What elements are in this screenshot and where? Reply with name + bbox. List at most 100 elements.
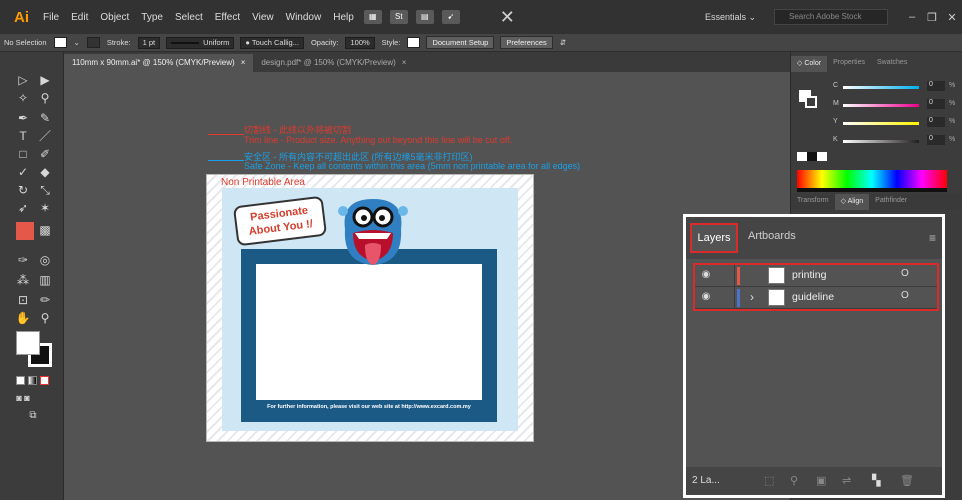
line-tool-icon[interactable]: ／: [36, 128, 54, 144]
arrange-icon[interactable]: ⇵: [556, 38, 570, 47]
menu-window[interactable]: Window: [280, 12, 328, 23]
selection-tool-icon[interactable]: ▷: [14, 72, 32, 88]
magic-wand-icon[interactable]: ✧: [14, 90, 32, 106]
slider-row-k[interactable]: K 0 %: [795, 135, 959, 146]
pen-tool-icon[interactable]: ✒: [14, 110, 32, 126]
locate-object-icon[interactable]: ⚲: [790, 474, 798, 487]
close-icon[interactable]: ✕: [500, 7, 515, 28]
export-icon[interactable]: ⬚: [764, 474, 774, 487]
bridge-icon[interactable]: ▦: [363, 10, 382, 24]
artboard[interactable]: Non Printable Area For further informati…: [206, 174, 534, 442]
eraser-tool-icon[interactable]: ◆: [36, 164, 54, 180]
eyedropper-tool-icon[interactable]: ✑: [14, 252, 32, 268]
paintbrush-tool-icon[interactable]: ✐: [36, 146, 54, 162]
artboard-tool-icon[interactable]: ⊡: [14, 292, 32, 308]
menu-edit[interactable]: Edit: [65, 12, 94, 23]
mesh-tool-icon[interactable]: ▩: [36, 222, 54, 238]
slider-track[interactable]: [843, 122, 919, 125]
menu-help[interactable]: Help: [327, 12, 360, 23]
fill-swatch[interactable]: [53, 37, 67, 48]
color-spectrum[interactable]: [797, 170, 947, 188]
rotate-tool-icon[interactable]: ↻: [14, 182, 32, 198]
tab-pathfinder[interactable]: Pathfinder: [869, 194, 913, 210]
menu-effect[interactable]: Effect: [209, 12, 246, 23]
color-mode-icon[interactable]: [16, 376, 25, 385]
new-layer-icon[interactable]: ▚: [872, 474, 880, 487]
tab-artboards[interactable]: Artboards: [748, 230, 796, 242]
restore-icon[interactable]: ❐: [922, 11, 942, 24]
tab-color[interactable]: ◇ Color: [791, 56, 828, 72]
none-mode-icon[interactable]: [40, 376, 49, 385]
clipping-mask-icon[interactable]: ▣: [816, 474, 826, 487]
warp-tool-icon[interactable]: ➶: [14, 200, 32, 216]
slider-value[interactable]: 0: [927, 135, 945, 145]
tab-transform[interactable]: Transform: [791, 194, 835, 210]
tab-document-1[interactable]: 110mm x 90mm.ai* @ 150% (CMYK/Preview) ×: [64, 54, 254, 72]
graph-tool-icon[interactable]: ▥: [36, 272, 54, 288]
tab-layers[interactable]: Layers: [690, 223, 738, 253]
type-tool-icon[interactable]: T: [14, 128, 32, 144]
style-swatch[interactable]: [407, 37, 421, 48]
gradient-mode-icon[interactable]: [28, 376, 37, 385]
none-black-white-swatches[interactable]: [797, 152, 827, 161]
fill-color-swatch[interactable]: [16, 222, 34, 240]
opacity-field[interactable]: 100%: [345, 36, 375, 49]
stroke-weight-field[interactable]: 1 pt: [137, 36, 161, 49]
fill-dropdown-icon[interactable]: ⌄: [70, 38, 84, 47]
draw-mode-icon[interactable]: ◙ ◙: [14, 390, 32, 406]
symbol-sprayer-icon[interactable]: ⁂: [14, 272, 32, 288]
workspace-switcher[interactable]: Essentials ⌄: [705, 12, 756, 23]
brush-select[interactable]: ● Touch Callig...: [240, 36, 304, 49]
tab-close-icon[interactable]: ×: [402, 58, 407, 67]
layer-row-guideline[interactable]: ◉ › guideline O: [695, 287, 937, 309]
gpu-performance-icon[interactable]: ➹: [441, 10, 460, 24]
window-close-icon[interactable]: ✕: [942, 11, 962, 24]
stroke-swatch[interactable]: [86, 37, 100, 48]
slider-value[interactable]: 0: [927, 99, 945, 109]
menu-select[interactable]: Select: [169, 12, 209, 23]
menu-type[interactable]: Type: [135, 12, 169, 23]
color-spectrum-shade[interactable]: [797, 188, 947, 192]
menu-file[interactable]: File: [37, 12, 65, 23]
document-setup-button[interactable]: Document Setup: [426, 36, 495, 49]
slider-track[interactable]: [843, 104, 919, 107]
scale-tool-icon[interactable]: ⤡: [36, 182, 54, 198]
target-icon[interactable]: O: [901, 268, 909, 279]
menu-object[interactable]: Object: [94, 12, 135, 23]
layer-name[interactable]: guideline: [792, 291, 834, 303]
delete-layer-icon[interactable]: 🗑: [900, 474, 914, 487]
tab-document-2[interactable]: design.pdf* @ 150% (CMYK/Preview) ×: [253, 54, 414, 72]
slider-value[interactable]: 0: [927, 81, 945, 91]
hand-tool-icon[interactable]: ✋: [14, 310, 32, 326]
slice-tool-icon[interactable]: ✏: [36, 292, 54, 308]
shaper-tool-icon[interactable]: ✓: [14, 164, 32, 180]
blend-tool-icon[interactable]: ◎: [36, 252, 54, 268]
eye-icon[interactable]: ◉: [699, 291, 713, 303]
slider-row-y[interactable]: Y 0 %: [795, 117, 959, 128]
tab-close-icon[interactable]: ×: [241, 58, 246, 67]
fill-box[interactable]: [16, 331, 40, 355]
target-icon[interactable]: O: [901, 290, 909, 301]
zoom-tool-icon[interactable]: ⚲: [36, 310, 54, 326]
slider-track[interactable]: [843, 86, 919, 89]
tab-properties[interactable]: Properties: [827, 56, 871, 72]
lasso-tool-icon[interactable]: ⚲: [36, 90, 54, 106]
slider-row-m[interactable]: M 0 %: [795, 99, 959, 110]
panel-menu-icon[interactable]: ≡: [929, 231, 936, 245]
arrange-documents-icon[interactable]: ▤: [415, 10, 434, 24]
tab-swatches[interactable]: Swatches: [871, 56, 913, 72]
slider-row-c[interactable]: C 0 %: [795, 81, 959, 92]
new-sublayer-icon[interactable]: ⇌: [842, 474, 851, 487]
layer-row-printing[interactable]: ◉ printing O: [695, 265, 937, 287]
slider-value[interactable]: 0: [927, 117, 945, 127]
rectangle-tool-icon[interactable]: □: [14, 146, 32, 162]
stroke-profile-select[interactable]: Uniform: [166, 36, 235, 49]
preferences-button[interactable]: Preferences: [500, 36, 553, 49]
tab-align[interactable]: ◇ Align: [834, 194, 870, 210]
slider-track[interactable]: [843, 140, 919, 143]
screen-mode-icon[interactable]: ⧉: [24, 408, 42, 424]
expand-icon[interactable]: ›: [750, 290, 754, 304]
search-input[interactable]: Search Adobe Stock: [774, 9, 888, 25]
minimize-icon[interactable]: –: [902, 11, 922, 23]
puppet-warp-icon[interactable]: ✶: [36, 200, 54, 216]
